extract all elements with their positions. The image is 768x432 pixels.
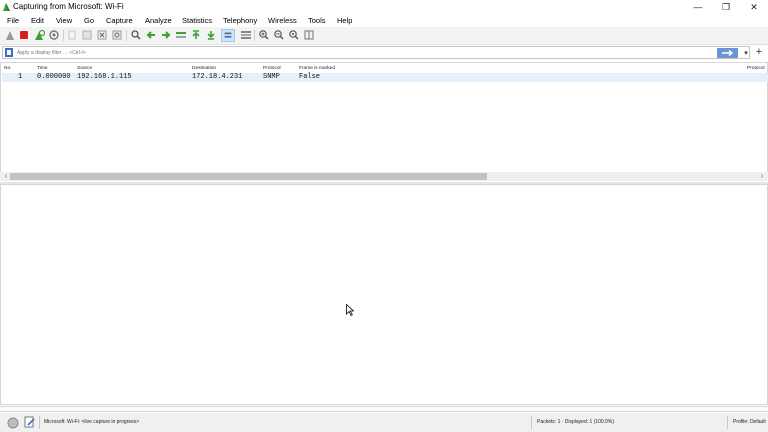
status-separator [531,416,532,429]
edit-comment-icon[interactable] [24,416,36,428]
chevron-right-icon[interactable]: › [758,172,766,181]
bookmark-icon[interactable] [5,48,13,57]
last-packet-icon[interactable] [205,29,217,41]
profile-text[interactable]: Profile: Default [733,418,766,427]
column-header-time[interactable]: Time [37,65,47,72]
cell-destination: 172.18.4.231 [192,73,243,81]
expert-info-icon[interactable] [7,417,19,429]
main-toolbar [0,27,768,45]
display-filter-bar: ▾ + [0,45,768,61]
packet-bytes-pane[interactable] [0,406,768,412]
cell-time: 0.000000 [37,73,71,81]
capture-status-text: Microsoft: Wi-Fi: <live capture in progr… [44,419,140,425]
menu-capture[interactable]: Capture [106,15,133,26]
column-header-destination[interactable]: Destination [192,65,216,72]
menu-view[interactable]: View [56,15,72,26]
go-forward-icon[interactable] [160,29,172,41]
scrollbar-thumb[interactable] [10,173,487,180]
menu-edit[interactable]: Edit [31,15,44,26]
column-header-frame-marked[interactable]: Frame is marked [299,65,335,72]
toolbar-separator [63,30,64,41]
menu-go[interactable]: Go [84,15,94,26]
status-bar: Microsoft: Wi-Fi: <live capture in progr… [0,413,768,432]
go-to-packet-icon[interactable] [175,29,187,41]
cell-marked: False [299,73,321,81]
menu-file[interactable]: File [7,15,19,26]
restore-button[interactable]: ❐ [712,0,740,14]
toolbar-separator [126,30,127,41]
column-header-protocol[interactable]: Protocol [263,65,281,72]
column-header-no[interactable]: No. [4,65,11,72]
packet-details-pane[interactable] [0,184,768,405]
wireshark-logo-icon [3,3,10,11]
arrow-right-icon[interactable] [717,48,738,58]
shark-fin-start-icon[interactable] [4,29,16,41]
minimize-button[interactable]: — [684,0,712,14]
add-filter-button[interactable]: + [753,45,765,59]
display-filter-box: ▾ [2,46,750,59]
menu-telephony[interactable]: Telephony [223,15,257,26]
packet-list[interactable]: No. Time Source Destination Protocol Fra… [0,62,768,173]
close-button[interactable]: ✕ [740,0,768,14]
menu-analyze[interactable]: Analyze [145,15,172,26]
open-file-icon[interactable] [66,29,78,41]
restart-capture-icon[interactable] [33,29,45,41]
zoom-in-icon[interactable] [258,29,270,41]
status-separator [39,416,40,429]
horizontal-scrollbar[interactable]: ‹ › [0,172,768,181]
go-back-icon[interactable] [145,29,157,41]
save-file-icon[interactable] [81,29,93,41]
cell-no: 1 [18,73,23,81]
colorize-icon[interactable] [240,29,252,41]
menu-wireless[interactable]: Wireless [268,15,297,26]
find-packet-icon[interactable] [130,29,142,41]
menu-bar: File Edit View Go Capture Analyze Statis… [0,14,768,27]
chevron-left-icon[interactable]: ‹ [2,172,10,181]
close-file-icon[interactable] [96,29,108,41]
cell-protocol: SNMP [263,73,280,81]
column-header-source[interactable]: Source [77,65,92,72]
window-title: Capturing from Microsoft: Wi-Fi [13,2,124,11]
autoscroll-icon[interactable] [221,29,235,42]
chevron-down-icon[interactable]: ▾ [741,49,751,58]
zoom-normal-icon[interactable] [288,29,300,41]
zoom-out-icon[interactable] [273,29,285,41]
capture-options-icon[interactable] [48,29,60,41]
cell-source: 192.168.1.115 [77,73,132,81]
display-filter-input[interactable] [17,47,697,58]
first-packet-icon[interactable] [190,29,202,41]
stop-capture-icon[interactable] [18,29,30,41]
resize-columns-icon[interactable] [303,29,315,41]
menu-tools[interactable]: Tools [308,15,326,26]
mouse-cursor-icon [346,304,354,316]
status-separator [727,416,728,429]
table-row[interactable]: 1 0.000000 192.168.1.115 172.18.4.231 SN… [2,73,768,82]
packets-count-text: Packets: 1 · Displayed: 1 (100.0%) [537,419,614,425]
reload-file-icon[interactable] [111,29,123,41]
menu-help[interactable]: Help [337,15,352,26]
toolbar-separator [254,30,255,41]
column-header-protocol-extra[interactable]: Protocol [747,65,765,72]
menu-statistics[interactable]: Statistics [182,15,212,26]
title-bar: Capturing from Microsoft: Wi-Fi — ❐ ✕ [0,0,768,14]
